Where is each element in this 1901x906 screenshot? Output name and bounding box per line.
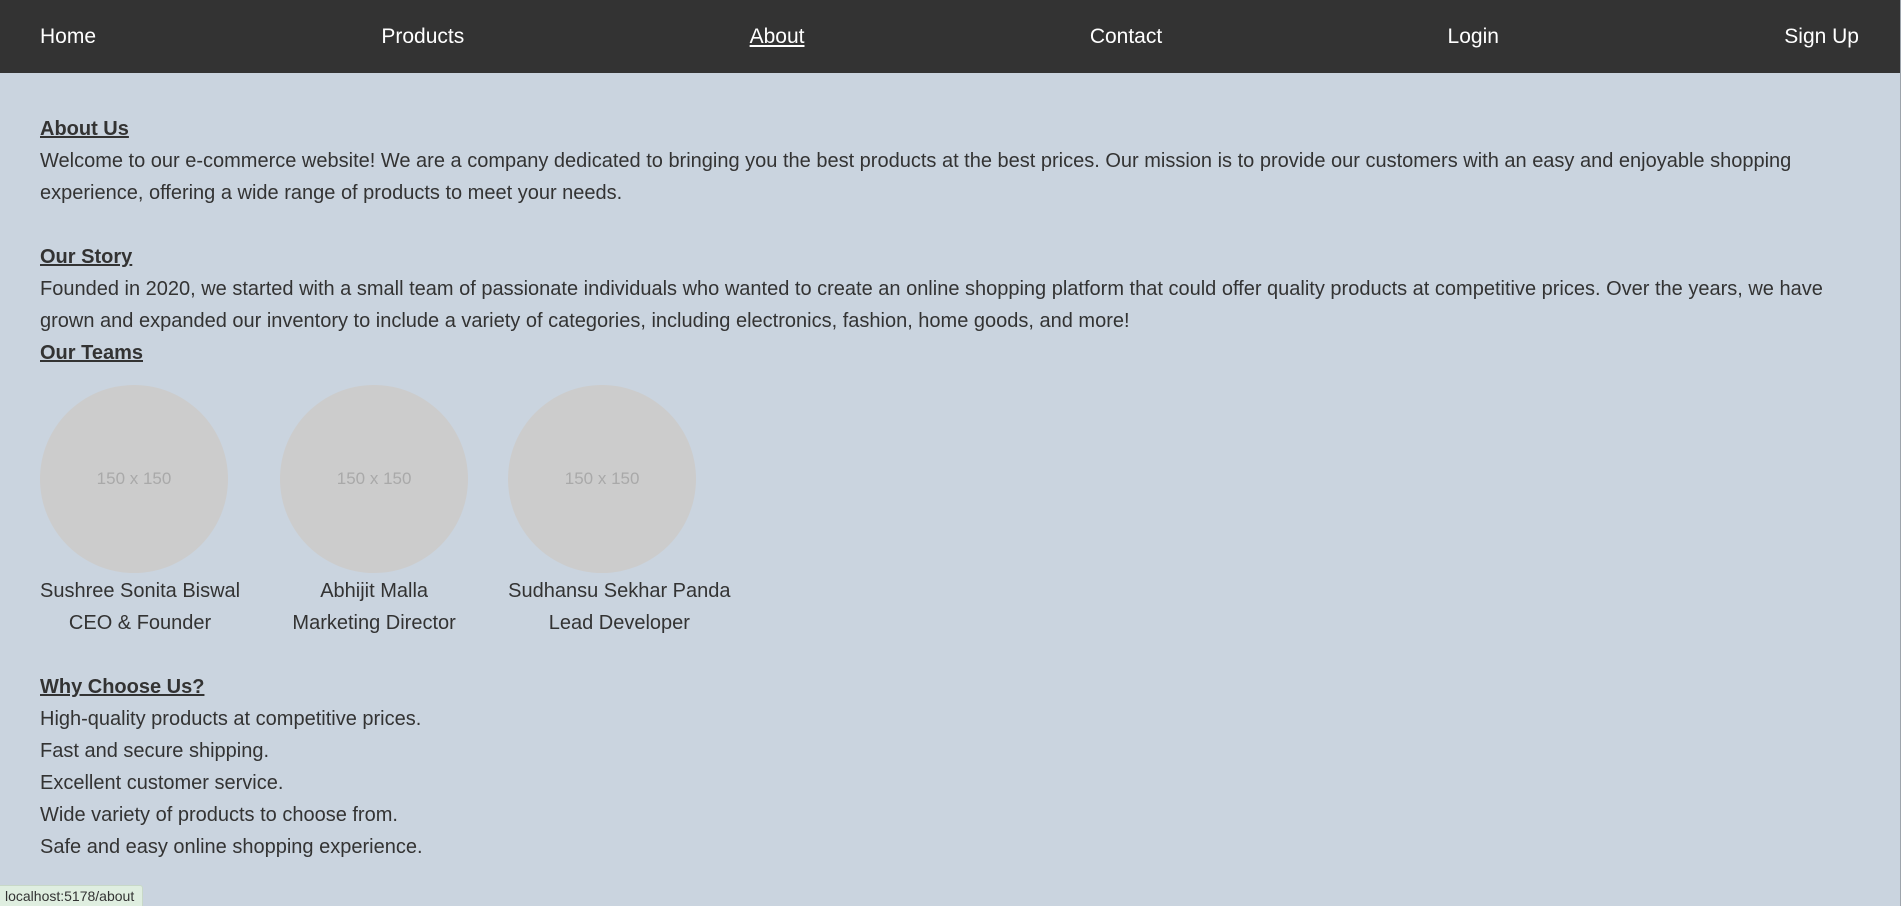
team-member-card: 150 x 150 Abhijit Malla Marketing Direct… [280,385,469,639]
team-member-role: Lead Developer [548,612,690,634]
nav-link-home[interactable]: Home [40,25,96,49]
nav-link-products[interactable]: Products [381,25,464,49]
our-story-section: Our Story Founded in 2020, we started wi… [40,241,1860,337]
our-story-heading: Our Story [40,246,133,268]
why-choose-us-item: Wide variety of products to choose from. [40,804,398,826]
nav-link-signup[interactable]: Sign Up [1784,25,1859,49]
our-teams-section: Our Teams 150 x 150 Sushree Sonita Biswa… [40,337,1860,639]
about-page-content: About Us Welcome to our e-commerce websi… [40,113,1860,863]
team-member-role: CEO & Founder [68,612,212,634]
why-choose-us-item: High-quality products at competitive pri… [40,708,422,730]
top-navbar: Home Products About Contact Login Sign U… [0,0,1901,73]
team-member-name: Sudhansu Sekhar Panda [508,580,731,602]
our-teams-heading: Our Teams [40,342,143,364]
nav-link-about[interactable]: About [750,25,805,49]
team-members: 150 x 150 Sushree Sonita Biswal CEO & Fo… [40,385,1860,639]
status-bar-url: localhost:5178/about [0,885,144,906]
about-us-section: About Us Welcome to our e-commerce websi… [40,113,1860,209]
about-us-text: Welcome to our e-commerce website! We ar… [40,150,1792,204]
why-choose-us-item: Excellent customer service. [40,772,284,794]
why-choose-us-item: Safe and easy online shopping experience… [40,836,423,858]
avatar-placeholder: 150 x 150 [40,385,228,573]
why-choose-us-section: Why Choose Us? High-quality products at … [40,671,1860,863]
avatar-placeholder: 150 x 150 [508,385,697,573]
why-choose-us-item: Fast and secure shipping. [40,740,270,762]
team-member-name: Abhijit Malla [320,580,429,602]
nav-link-login[interactable]: Login [1448,25,1499,49]
team-member-name: Sushree Sonita Biswal [40,580,241,602]
our-story-text: Founded in 2020, we started with a small… [40,278,1823,332]
avatar-placeholder: 150 x 150 [280,385,469,573]
nav-link-contact[interactable]: Contact [1090,25,1162,49]
team-member-role: Marketing Director [292,612,456,634]
about-us-heading: About Us [40,118,129,140]
team-member-card: 150 x 150 Sushree Sonita Biswal CEO & Fo… [40,385,240,639]
team-member-card: 150 x 150 Sudhansu Sekhar Panda Lead Dev… [508,385,731,639]
why-choose-us-heading: Why Choose Us? [40,676,205,698]
